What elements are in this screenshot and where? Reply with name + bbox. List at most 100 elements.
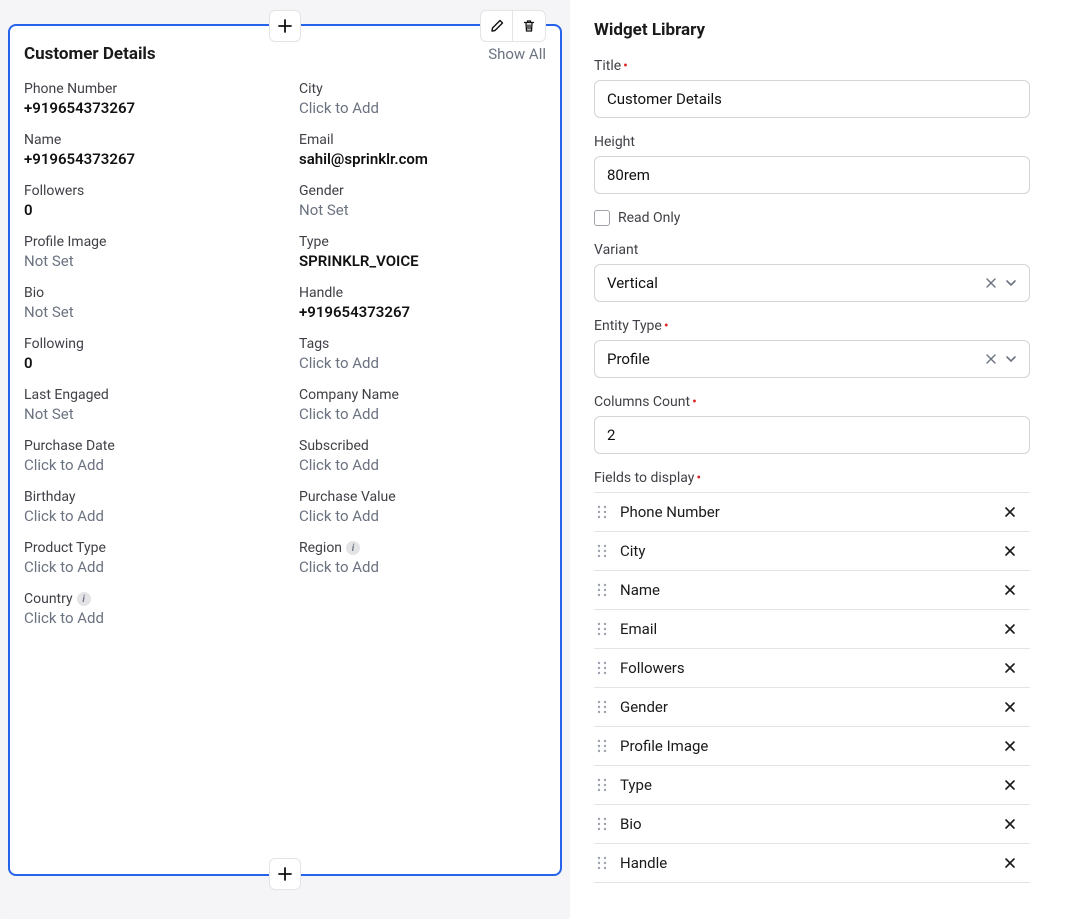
field-value: 0 xyxy=(24,201,271,219)
drag-handle-icon[interactable] xyxy=(594,817,610,831)
field-left-5: Following0 xyxy=(24,333,271,372)
field-value: Not Set xyxy=(24,303,271,321)
field-value[interactable]: Click to Add xyxy=(299,405,546,423)
field-label: Product Type xyxy=(24,540,106,556)
info-icon[interactable]: i xyxy=(77,592,91,606)
field-label: Birthday xyxy=(24,489,76,505)
field-value[interactable]: Click to Add xyxy=(299,99,546,117)
remove-field-button[interactable] xyxy=(1000,541,1020,561)
field-label: Region i xyxy=(299,540,360,556)
drag-handle-icon[interactable] xyxy=(594,739,610,753)
field-list-item[interactable]: Email xyxy=(594,610,1030,649)
remove-field-button[interactable] xyxy=(1000,697,1020,717)
remove-field-button[interactable] xyxy=(1000,619,1020,639)
field-list-label: Type xyxy=(620,776,1000,794)
drag-handle-icon[interactable] xyxy=(594,661,610,675)
field-list-label: Gender xyxy=(620,698,1000,716)
field-value[interactable]: Click to Add xyxy=(299,507,546,525)
preview-canvas: Customer Details Show All Phone Number+9… xyxy=(0,0,570,919)
title-label: Title• xyxy=(594,58,1030,74)
field-value[interactable]: Click to Add xyxy=(24,507,271,525)
field-value: sahil@sprinklr.com xyxy=(299,150,546,168)
pencil-icon xyxy=(490,19,504,33)
field-left-1: Name+919654373267 xyxy=(24,129,271,168)
field-value[interactable]: Click to Add xyxy=(24,558,271,576)
remove-field-button[interactable] xyxy=(1000,736,1020,756)
height-label: Height xyxy=(594,134,1030,150)
plus-icon xyxy=(277,866,293,882)
field-value[interactable]: Click to Add xyxy=(299,456,546,474)
drag-handle-icon[interactable] xyxy=(594,700,610,714)
field-label: Profile Image xyxy=(24,234,106,250)
field-list-label: Email xyxy=(620,620,1000,638)
entity-type-label: Entity Type• xyxy=(594,318,1030,334)
field-label: Email xyxy=(299,132,334,148)
info-icon[interactable]: i xyxy=(346,541,360,555)
field-list-item[interactable]: City xyxy=(594,532,1030,571)
field-right-2: GenderNot Set xyxy=(299,180,546,219)
edit-button[interactable] xyxy=(481,11,513,41)
field-value[interactable]: Click to Add xyxy=(299,354,546,372)
remove-field-button[interactable] xyxy=(1000,502,1020,522)
drag-handle-icon[interactable] xyxy=(594,544,610,558)
remove-field-button[interactable] xyxy=(1000,775,1020,795)
field-list-label: City xyxy=(620,542,1000,560)
drag-handle-icon[interactable] xyxy=(594,622,610,636)
drag-handle-icon[interactable] xyxy=(594,583,610,597)
field-value[interactable]: Click to Add xyxy=(24,456,271,474)
variant-label: Variant xyxy=(594,242,1030,258)
panel-title: Widget Library xyxy=(594,20,1030,40)
add-widget-top-button[interactable] xyxy=(269,10,301,42)
field-list-item[interactable]: Profile Image xyxy=(594,727,1030,766)
field-value: SPRINKLR_VOICE xyxy=(299,252,546,270)
chevron-down-icon xyxy=(1005,277,1017,289)
field-label: Purchase Value xyxy=(299,489,396,505)
field-value[interactable]: Click to Add xyxy=(299,558,546,576)
drag-handle-icon[interactable] xyxy=(594,856,610,870)
remove-field-button[interactable] xyxy=(1000,580,1020,600)
field-right-5: Tags Click to Add xyxy=(299,333,546,372)
variant-select[interactable]: Vertical xyxy=(594,264,1030,302)
show-all-link[interactable]: Show All xyxy=(488,45,546,63)
drag-handle-icon[interactable] xyxy=(594,778,610,792)
clear-icon[interactable] xyxy=(985,277,997,289)
add-widget-bottom-button[interactable] xyxy=(269,858,301,890)
field-label: Last Engaged xyxy=(24,387,109,403)
drag-handle-icon[interactable] xyxy=(594,505,610,519)
variant-value: Vertical xyxy=(607,274,658,292)
delete-button[interactable] xyxy=(513,11,545,41)
field-right-6: Company NameClick to Add xyxy=(299,384,546,423)
columns-input[interactable] xyxy=(594,416,1030,454)
field-list-item[interactable]: Followers xyxy=(594,649,1030,688)
field-value: Not Set xyxy=(299,201,546,219)
field-label: Following xyxy=(24,336,84,352)
remove-field-button[interactable] xyxy=(1000,814,1020,834)
field-left-4: BioNot Set xyxy=(24,282,271,321)
title-input[interactable] xyxy=(594,80,1030,118)
field-left-10: Country iClick to Add xyxy=(24,588,271,627)
field-list-item[interactable]: Phone Number xyxy=(594,493,1030,532)
field-list-item[interactable]: Type xyxy=(594,766,1030,805)
readonly-checkbox[interactable] xyxy=(594,210,610,226)
entity-type-select[interactable]: Profile xyxy=(594,340,1030,378)
field-left-6: Last EngagedNot Set xyxy=(24,384,271,423)
field-list-item[interactable]: Handle xyxy=(594,844,1030,883)
field-list-label: Followers xyxy=(620,659,1000,677)
field-value: +919654373267 xyxy=(24,99,271,117)
field-list-item[interactable]: Bio xyxy=(594,805,1030,844)
remove-field-button[interactable] xyxy=(1000,853,1020,873)
remove-field-button[interactable] xyxy=(1000,658,1020,678)
columns-label: Columns Count• xyxy=(594,394,1030,410)
field-label: Name xyxy=(24,132,61,148)
field-value[interactable]: Click to Add xyxy=(24,609,271,627)
field-label: Tags xyxy=(299,336,329,352)
field-list-label: Phone Number xyxy=(620,503,1000,521)
field-list-label: Bio xyxy=(620,815,1000,833)
field-list-item[interactable]: Name xyxy=(594,571,1030,610)
field-left-3: Profile ImageNot Set xyxy=(24,231,271,270)
widget-card[interactable]: Customer Details Show All Phone Number+9… xyxy=(8,24,562,876)
clear-icon[interactable] xyxy=(985,353,997,365)
height-input[interactable] xyxy=(594,156,1030,194)
field-list-item[interactable]: Gender xyxy=(594,688,1030,727)
chevron-down-icon xyxy=(1005,353,1017,365)
